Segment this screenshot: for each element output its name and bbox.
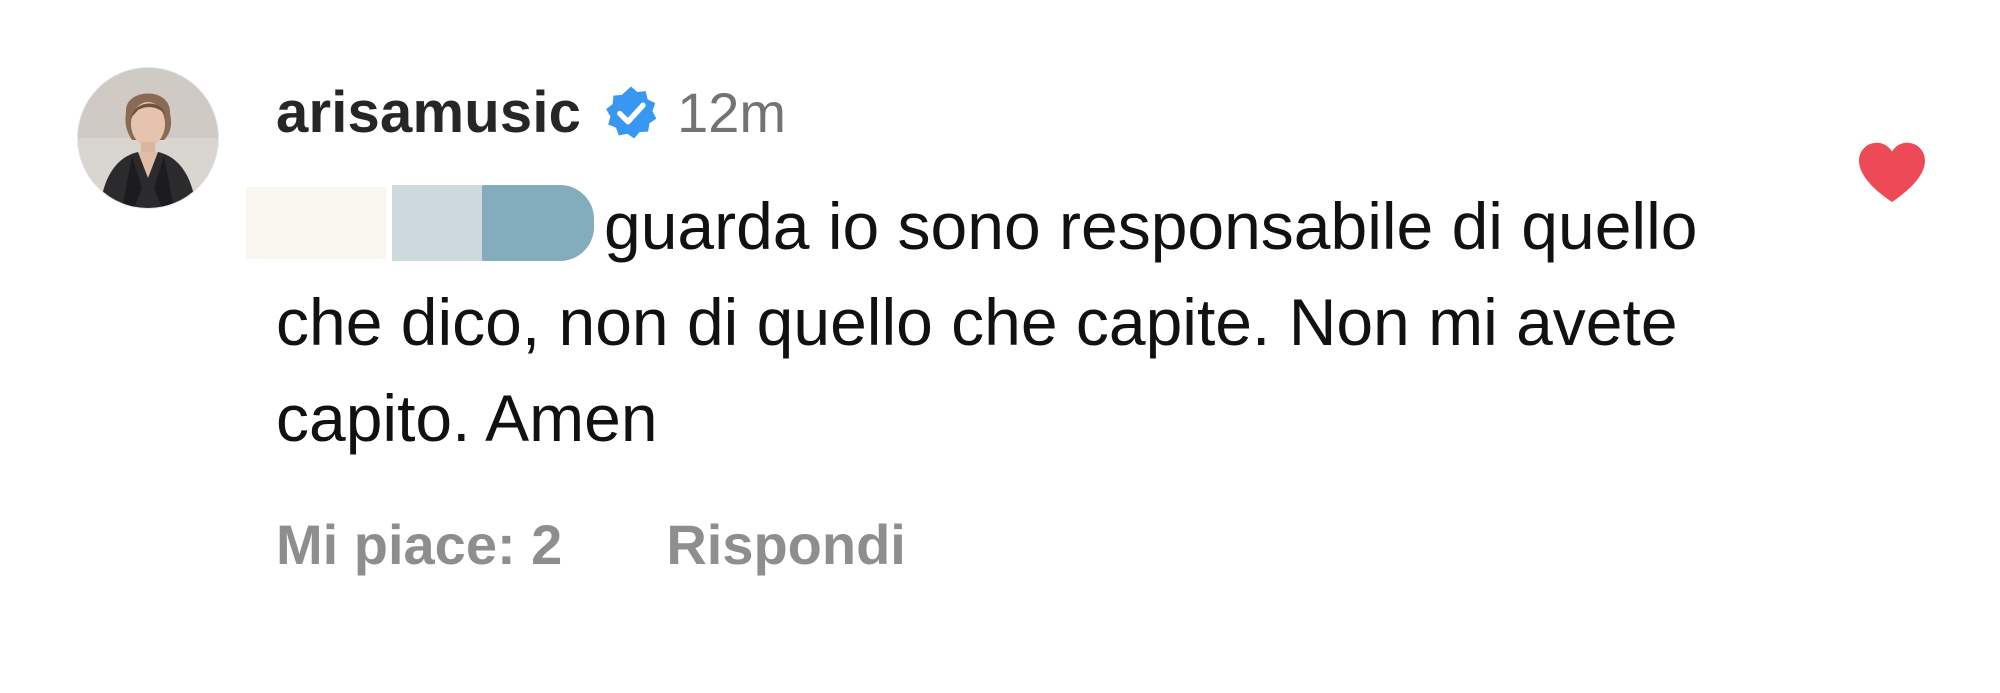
avatar[interactable] (78, 68, 218, 208)
comment-text: guarda io sono responsabile di quello ch… (246, 178, 1806, 466)
avatar-image (78, 68, 218, 208)
timestamp: 12m (677, 80, 787, 144)
comment-footer: Mi piace: 2 Rispondi (276, 512, 906, 577)
reply-button[interactable]: Rispondi (666, 512, 906, 577)
heart-filled-icon[interactable] (1856, 140, 1928, 204)
comment-header: arisamusic 12m (276, 70, 786, 154)
comment-item: arisamusic 12m guarda io sono responsabi… (0, 0, 2000, 693)
redacted-mention (246, 181, 594, 261)
verified-badge-icon (601, 82, 661, 142)
username[interactable]: arisamusic (276, 79, 581, 146)
likes-count[interactable]: Mi piace: 2 (276, 512, 562, 577)
